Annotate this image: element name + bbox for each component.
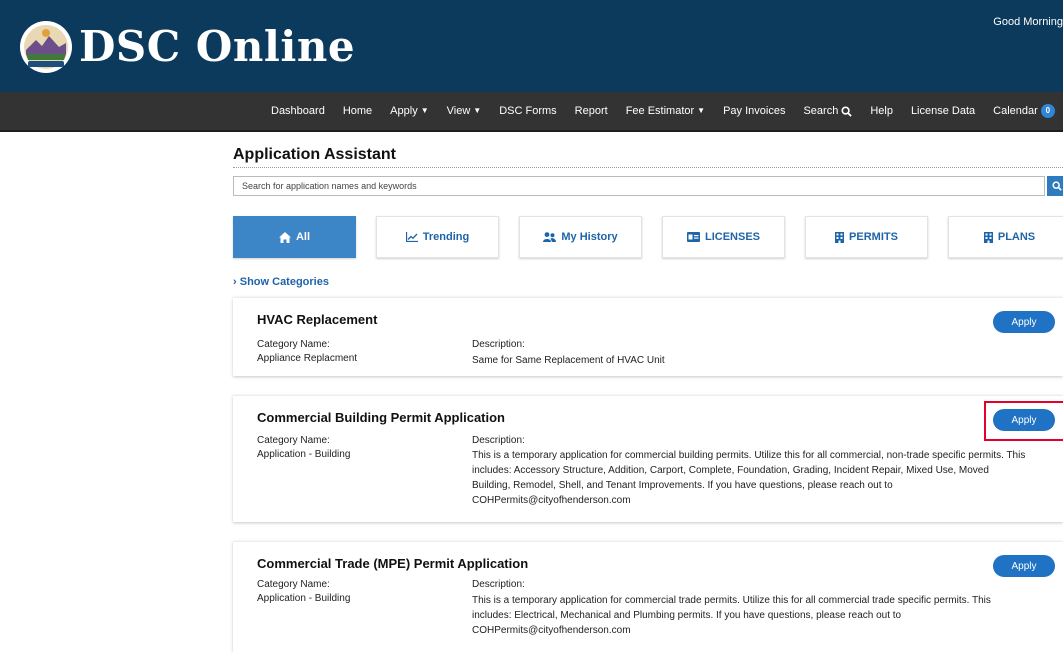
tab-label: LICENSES — [704, 231, 760, 243]
page-title: Application Assistant — [233, 146, 1063, 168]
nav-home[interactable]: Home — [334, 92, 381, 130]
search-input[interactable] — [233, 176, 1045, 196]
building-icon — [835, 231, 845, 243]
description-text: This is a temporary application for comm… — [472, 450, 1026, 506]
category-name-value: Application - Building — [257, 449, 351, 460]
users-icon — [543, 232, 557, 242]
card-title: Commercial Trade (MPE) Permit Applicatio… — [257, 556, 529, 571]
nav-help[interactable]: Help — [861, 92, 902, 130]
nav-label: DSC Forms — [499, 105, 557, 117]
home-icon — [278, 231, 291, 243]
id-card-icon — [686, 232, 700, 242]
nav-dashboard[interactable]: Dashboard — [262, 92, 334, 130]
description-label: Description: — [472, 339, 525, 350]
main-navbar: Dashboard Home Apply ▼ View ▼ DSC Forms Re… — [0, 92, 1063, 132]
apply-button[interactable]: Apply — [993, 311, 1055, 333]
nav-label: License Data — [910, 105, 976, 117]
tab-plans[interactable]: PLANS — [948, 216, 1063, 258]
calendar-count-badge: 0 — [1040, 104, 1055, 118]
apply-button[interactable]: Apply — [993, 409, 1055, 431]
search-bar — [233, 176, 1063, 198]
category-name-value: Application - Building — [257, 593, 351, 604]
application-card: HVAC Replacement Apply Category Name: Ap… — [233, 297, 1063, 376]
nav-label: Apply — [390, 105, 418, 117]
nav-label: Search — [803, 105, 839, 117]
card-title: Commercial Building Permit Application — [257, 410, 505, 425]
tab-trending[interactable]: Trending — [376, 216, 499, 258]
caret-down-icon: ▼ — [420, 106, 429, 115]
search-icon — [841, 105, 853, 117]
filter-tabs: All Trending My History LICENSES PERMITS… — [233, 216, 1063, 258]
greeting-text: Good Morning — [993, 16, 1063, 28]
search-button[interactable] — [1047, 176, 1063, 196]
tab-label: Trending — [422, 231, 470, 243]
nav-label: View — [446, 105, 471, 117]
nav-label: Home — [342, 105, 373, 117]
tab-licenses[interactable]: LICENSES — [662, 216, 785, 258]
site-title[interactable]: DSC Online — [79, 20, 355, 74]
description-label: Description: — [472, 579, 525, 590]
tab-label: PLANS — [997, 231, 1036, 243]
description-text: Same for Same Replacement of HVAC Unit — [472, 355, 665, 366]
chevron-right-icon: › — [233, 276, 237, 288]
building-icon — [983, 231, 993, 243]
nav-apply[interactable]: Apply ▼ — [381, 92, 437, 130]
show-categories-label: Show Categories — [239, 276, 329, 288]
tab-label: All — [295, 231, 311, 243]
description-text: This is a temporary application for comm… — [472, 595, 991, 636]
apply-button[interactable]: Apply — [993, 555, 1055, 577]
nav-label: Pay Invoices — [723, 105, 786, 117]
city-seal-logo[interactable] — [19, 20, 73, 74]
tab-all[interactable]: All — [233, 216, 356, 258]
nav-report[interactable]: Report — [566, 92, 617, 130]
nav-label: Report — [574, 105, 608, 117]
nav-dsc-forms[interactable]: DSC Forms — [490, 92, 565, 130]
card-title: HVAC Replacement — [257, 312, 378, 327]
description-label: Description: — [472, 435, 525, 446]
nav-view[interactable]: View ▼ — [438, 92, 491, 130]
search-icon — [1052, 181, 1062, 191]
nav-pay-invoices[interactable]: Pay Invoices — [714, 92, 794, 130]
site-header: DSC Online Good Morning — [0, 0, 1063, 92]
trend-chart-icon — [405, 232, 418, 242]
nav-search[interactable]: Search — [794, 92, 861, 130]
tab-permits[interactable]: PERMITS — [805, 216, 928, 258]
caret-down-icon: ▼ — [473, 106, 482, 115]
application-card: Commercial Trade (MPE) Permit Applicatio… — [233, 541, 1063, 652]
nav-calendar[interactable]: Calendar 0 — [984, 92, 1063, 130]
tab-label: My History — [561, 231, 618, 243]
tab-my-history[interactable]: My History — [519, 216, 642, 258]
nav-label: Dashboard — [271, 105, 325, 117]
nav-license-data[interactable]: License Data — [902, 92, 984, 130]
category-name-label: Category Name: — [257, 579, 330, 590]
nav-list: Dashboard Home Apply ▼ View ▼ DSC Forms Re… — [262, 92, 1063, 130]
application-card: Commercial Building Permit Application A… — [233, 395, 1063, 522]
tab-label: PERMITS — [849, 231, 898, 243]
show-categories-link[interactable]: › Show Categories — [233, 276, 329, 288]
category-name-label: Category Name: — [257, 339, 330, 350]
nav-label: Fee Estimator — [625, 105, 695, 117]
caret-down-icon: ▼ — [697, 106, 706, 115]
category-name-label: Category Name: — [257, 435, 330, 446]
nav-fee-estimator[interactable]: Fee Estimator ▼ — [617, 92, 714, 130]
nav-label: Calendar — [993, 105, 1038, 117]
category-name-value: Appliance Replacment — [257, 353, 358, 364]
nav-label: Help — [870, 105, 893, 117]
